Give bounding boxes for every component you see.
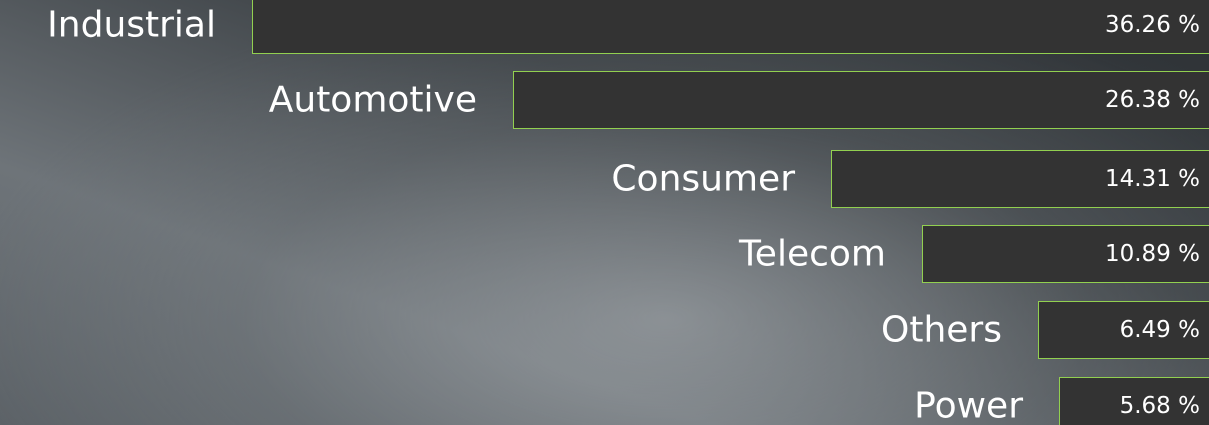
bar-row: Consumer 14.31 %	[0, 150, 1209, 208]
bar-value-label: 14.31 %	[1104, 166, 1200, 192]
category-label: Others	[881, 309, 1002, 351]
bar-row: Telecom 10.89 %	[0, 225, 1209, 283]
category-label: Power	[914, 385, 1023, 425]
category-label: Consumer	[611, 158, 795, 200]
bar: 26.38 %	[513, 71, 1209, 129]
bar-row: Power 5.68 %	[0, 377, 1209, 425]
category-label: Automotive	[268, 79, 477, 121]
bar: 10.89 %	[922, 225, 1209, 283]
bar: 14.31 %	[831, 150, 1209, 208]
bar-value-label: 10.89 %	[1104, 241, 1200, 267]
bar-row: Industrial 36.26 %	[0, 0, 1209, 54]
bar-value-label: 26.38 %	[1104, 87, 1200, 113]
bar-row: Automotive 26.38 %	[0, 71, 1209, 129]
category-label: Industrial	[47, 4, 216, 46]
bar-value-label: 6.49 %	[1119, 317, 1200, 343]
bar-value-label: 36.26 %	[1104, 12, 1200, 38]
bar-value-label: 5.68 %	[1119, 393, 1200, 419]
bar: 36.26 %	[252, 0, 1209, 54]
bar-row: Others 6.49 %	[0, 301, 1209, 359]
bar-chart: Industrial 36.26 % Automotive 26.38 % Consum…	[0, 0, 1209, 425]
bar: 6.49 %	[1038, 301, 1209, 359]
category-label: Telecom	[738, 233, 886, 275]
bar: 5.68 %	[1059, 377, 1209, 425]
